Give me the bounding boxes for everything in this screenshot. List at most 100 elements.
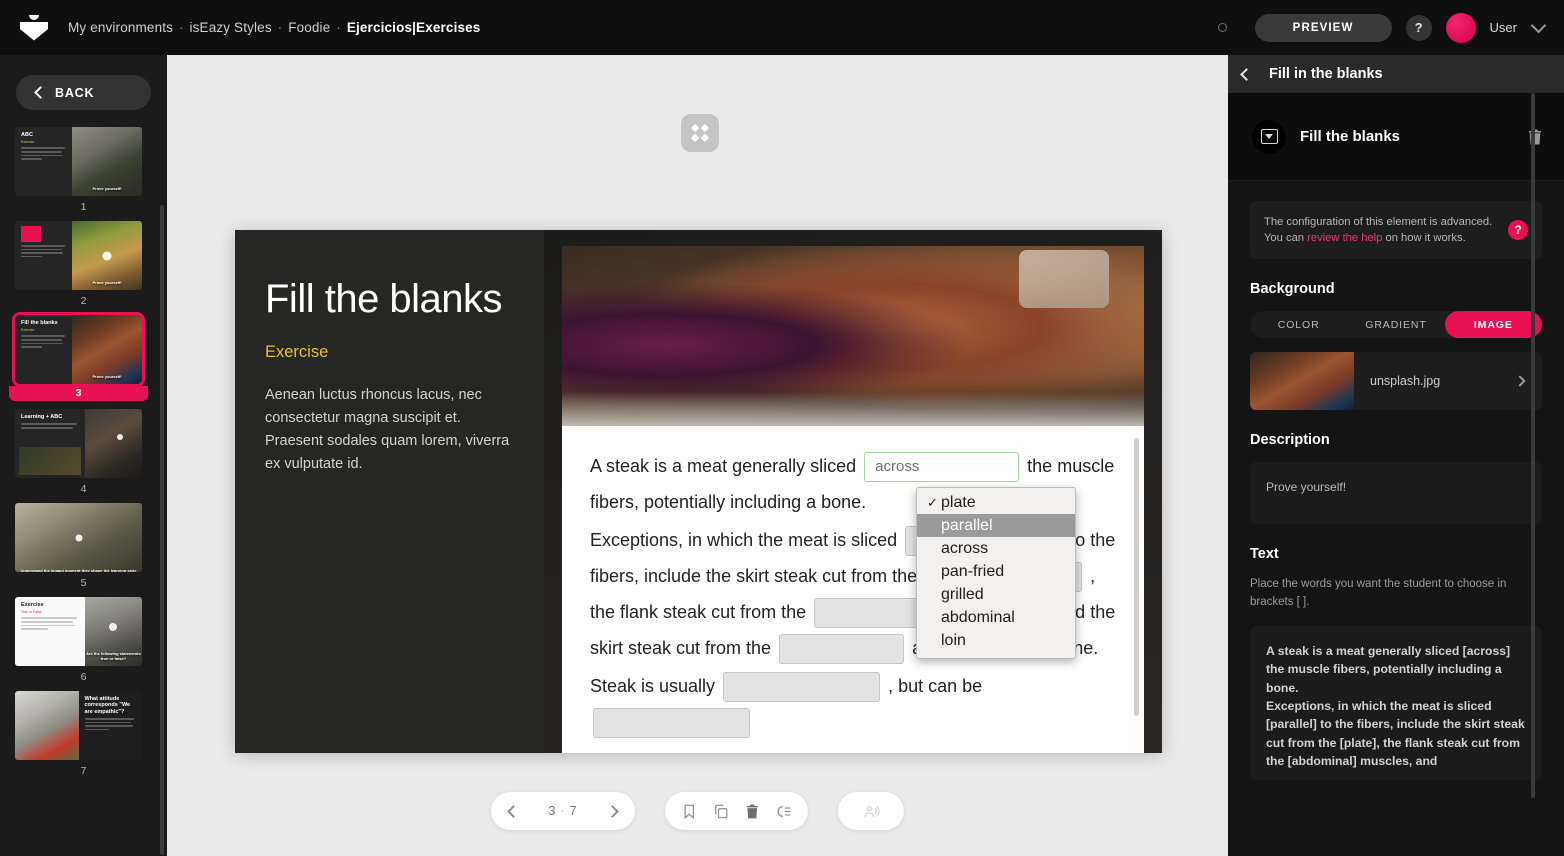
question-circle-icon[interactable]: ? (1508, 220, 1528, 241)
thumb-number: 6 (80, 671, 87, 683)
blank-input-5[interactable] (779, 634, 905, 665)
background-type-tabs: COLOR GRADIENT IMAGE (1250, 311, 1542, 339)
review-help-link[interactable]: review the help (1307, 232, 1382, 244)
breadcrumb-item-0[interactable]: My environments (68, 20, 173, 35)
thumb-caption: Are the following statements true or fal… (86, 651, 141, 661)
chevron-left-icon[interactable] (507, 804, 520, 818)
thumb-subtitle: Exercise (21, 140, 35, 145)
dropdown-field-icon (1252, 119, 1286, 154)
trash-icon[interactable] (744, 803, 761, 820)
chevron-down-icon[interactable] (1530, 17, 1547, 34)
audio-narration-icon (863, 805, 880, 817)
background-image-thumbnail (1250, 352, 1354, 411)
blank-input-7[interactable] (593, 708, 750, 739)
avatar[interactable] (1445, 12, 1476, 43)
tab-color[interactable]: COLOR (1250, 311, 1347, 338)
logo-wrap[interactable] (0, 14, 68, 41)
slide-thumbnail-6[interactable]: Exercise True or False Are the following… (12, 594, 155, 683)
page-separator: · (560, 804, 566, 818)
dropdown-option-plate[interactable]: ✓ plate (917, 491, 1075, 514)
thumb-subtitle: Exercise (21, 328, 35, 333)
thumb-number: 2 (80, 295, 87, 307)
slides-sidebar: BACK ABC Exercise Prove yourself! 1 Prov… (0, 55, 167, 856)
app-root: My environments · isEazy Styles · Foodie… (0, 0, 1564, 856)
properties-panel-scrollbar[interactable] (1531, 93, 1535, 798)
exercise-card-scrollbar[interactable] (1134, 438, 1139, 716)
thumb-title: ABC (21, 132, 33, 138)
text-heading: Text (1250, 546, 1279, 563)
dropdown-option-across[interactable]: across (917, 537, 1075, 560)
exercise-paragraph-3: Steak is usually , but can be (590, 668, 1118, 740)
breadcrumb-item-1[interactable]: isEazy Styles (190, 20, 272, 35)
dropdown-option-label: abdominal (941, 608, 1015, 626)
page-indicator: 3 · 7 (548, 804, 577, 818)
dropdown-option-loin[interactable]: loin (917, 629, 1075, 652)
word-choice-dropdown[interactable]: ✓ plate parallel across pan-fried grilled abdo… (916, 487, 1076, 659)
slide-thumbnail-4[interactable]: Learning + ABC 4 (12, 406, 155, 495)
page-navigator: 3 · 7 (491, 792, 635, 830)
description-field[interactable]: Prove yourself! (1250, 462, 1542, 525)
chevron-right-icon[interactable] (606, 804, 619, 818)
text-hint: Place the words you want the student to … (1250, 578, 1507, 609)
background-image-row[interactable]: unsplash.jpg (1250, 352, 1542, 411)
dropdown-option-label: loin (941, 631, 966, 649)
thumb-number: 7 (80, 765, 87, 777)
thumb-number: 3 (9, 386, 148, 401)
thumb-body-lines (21, 617, 80, 630)
slide-thumbnail-7[interactable]: What attitude corresponds "We are empath… (12, 688, 155, 777)
bookmark-icon[interactable] (681, 803, 698, 820)
properties-panel: Fill in the blanks Fill the blanks The c… (1228, 55, 1564, 856)
slide-thumbnail-5[interactable]: Understand the impact moment they shape … (12, 500, 155, 589)
back-button[interactable]: BACK (16, 75, 151, 110)
breadcrumb-separator: · (332, 20, 345, 35)
advanced-config-notice: The configuration of this element is adv… (1250, 201, 1542, 260)
audio-narration-button[interactable] (838, 792, 904, 830)
list-order-icon[interactable] (776, 803, 793, 820)
thumb-caption: Prove yourself! (92, 186, 122, 191)
tab-gradient[interactable]: GRADIENT (1347, 311, 1444, 338)
sidebar-scrollbar[interactable] (160, 205, 164, 855)
element-row[interactable]: Fill the blanks (1228, 93, 1564, 181)
thumb-title: Learning + ABC (21, 414, 63, 420)
thumb-body-lines (84, 717, 138, 731)
thumb-accent-block (21, 226, 41, 242)
breadcrumb: My environments · isEazy Styles · Foodie… (68, 20, 480, 35)
back-label: BACK (55, 85, 95, 100)
move-icon[interactable] (681, 114, 719, 152)
blank-input-filled[interactable]: across (864, 452, 1020, 483)
dropdown-option-pan-fried[interactable]: pan-fried (917, 560, 1075, 583)
background-heading: Background (1250, 281, 1335, 298)
preview-button[interactable]: PREVIEW (1254, 13, 1392, 42)
page-title: Fill the blanks (265, 277, 503, 321)
thumb-number: 5 (80, 577, 87, 589)
thumb-body-lines (21, 335, 67, 348)
breadcrumb-current: Ejercicios|Exercises (346, 20, 481, 35)
breadcrumb-item-2[interactable]: Foodie (288, 20, 330, 35)
slide-thumbnail-list: ABC Exercise Prove yourself! 1 Prove you… (0, 124, 167, 777)
chevron-left-icon[interactable] (1240, 67, 1253, 81)
dropdown-option-abdominal[interactable]: abdominal (917, 606, 1075, 629)
dropdown-option-parallel[interactable]: parallel (917, 514, 1075, 537)
user-label: User (1489, 20, 1517, 35)
trash-icon[interactable] (1526, 128, 1544, 146)
dropdown-option-label: plate (941, 493, 976, 511)
properties-panel-header: Fill in the blanks (1228, 55, 1564, 93)
dropdown-option-grilled[interactable]: grilled (917, 583, 1075, 606)
circle-outline-icon[interactable] (1217, 23, 1227, 32)
text-fragment: from the (705, 638, 772, 658)
slide-thumbnail-1[interactable]: ABC Exercise Prove yourself! 1 (12, 124, 155, 213)
slide-thumbnail-2[interactable]: Prove yourself! 2 (12, 218, 155, 307)
text-field[interactable]: A steak is a meat generally sliced [acro… (1250, 626, 1542, 781)
duplicate-icon[interactable] (713, 803, 730, 820)
help-button[interactable]: ? (1405, 14, 1432, 41)
tab-image[interactable]: IMAGE (1444, 311, 1542, 339)
dropdown-option-label: across (941, 539, 989, 557)
thumb-title: Exercise (21, 602, 44, 608)
chevron-right-icon[interactable] (1514, 375, 1526, 388)
thumb-title: Fill the blanks (21, 320, 58, 326)
notice-text: The configuration of this element is adv… (1264, 214, 1496, 246)
thumb-subtitle: True or False (21, 610, 42, 615)
blank-input-6[interactable] (723, 672, 881, 703)
properties-panel-title: Fill in the blanks (1269, 66, 1383, 82)
slide-thumbnail-3[interactable]: Fill the blanks Exercise Prove yourself!… (9, 312, 155, 401)
